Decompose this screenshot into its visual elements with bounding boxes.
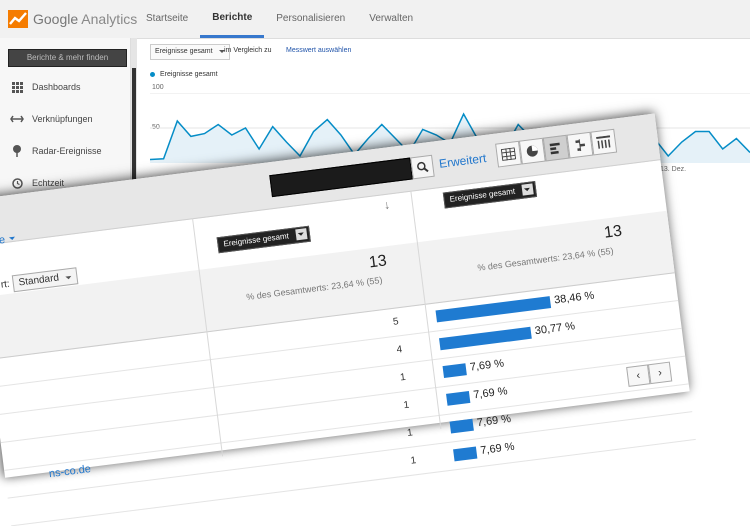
pivot-view-icon xyxy=(596,135,611,149)
pie-view-button[interactable] xyxy=(518,137,546,165)
pivot-view-button[interactable] xyxy=(590,128,618,156)
tab-startseite[interactable]: Startseite xyxy=(134,0,200,38)
column2-total: 13 xyxy=(603,222,623,242)
shortcut-arrow-icon xyxy=(10,115,24,123)
x-tick-label: 13. Dez. xyxy=(660,166,687,173)
table-search-input[interactable] xyxy=(269,157,413,198)
report-search-input[interactable]: Berichte & mehr finden xyxy=(8,49,127,67)
column2-total-percent: % des Gesamtwerts: 23,64 % (55) xyxy=(476,245,615,273)
sidebar: Berichte & mehr finden Dashboards Verknü… xyxy=(0,38,131,198)
sort-desc-arrow-icon[interactable]: ↓ xyxy=(383,197,391,212)
row-count: 1 xyxy=(409,455,417,467)
search-button[interactable] xyxy=(410,154,435,180)
sidebar-item-label: Echtzeit xyxy=(32,178,65,188)
sidebar-item-label: Dashboards xyxy=(32,82,81,92)
scrollbar-thumb[interactable] xyxy=(132,68,136,188)
analytics-logo-icon xyxy=(8,10,28,28)
pie-view-icon xyxy=(526,145,538,157)
sort-label: rt: xyxy=(0,278,11,291)
tab-berichte[interactable]: Berichte xyxy=(200,0,265,38)
clock-icon xyxy=(10,177,24,189)
table-view-button[interactable] xyxy=(495,140,522,168)
sidebar-scrollbar[interactable] xyxy=(131,38,137,198)
y-tick-100: 100 xyxy=(152,84,164,91)
row-count: 1 xyxy=(402,399,410,412)
tab-verwalten[interactable]: Verwalten xyxy=(357,0,425,38)
percent-label: 7,69 % xyxy=(472,385,509,402)
percent-bar xyxy=(439,326,532,351)
column1-total: 13 xyxy=(367,252,388,272)
sidebar-item-label: Radar-Ereignisse xyxy=(32,146,102,156)
row-count: 4 xyxy=(395,344,403,356)
percent-bar xyxy=(442,363,467,378)
google-analytics-logo[interactable]: Google Analytics xyxy=(8,9,137,29)
table-view-icon xyxy=(500,147,517,161)
chart-legend: Ereignisse gesamt xyxy=(150,71,218,78)
search-icon xyxy=(417,161,429,173)
sidebar-item-verknuepfungen[interactable]: Verknüpfungen xyxy=(0,109,130,129)
percent-label: 30,77 % xyxy=(534,320,576,338)
column1-total-percent: % des Gesamtwerts: 23,64 % (55) xyxy=(245,274,383,303)
percent-label: 7,69 % xyxy=(469,357,505,374)
choose-metric-link[interactable]: Messwert auswählen xyxy=(286,47,351,54)
bar-view-button[interactable] xyxy=(542,134,570,162)
column1-metric-select[interactable]: Ereignisse gesamt xyxy=(216,225,311,254)
legend-dot xyxy=(150,72,155,77)
percent-label: 38,46 % xyxy=(553,289,596,307)
compare-view-icon xyxy=(575,139,586,152)
legend-label: Ereignisse gesamt xyxy=(160,71,218,78)
view-switcher xyxy=(495,128,618,168)
sidebar-item-label: Verknüpfungen xyxy=(32,114,93,124)
row-count: 1 xyxy=(399,371,407,384)
grid-icon xyxy=(10,81,24,93)
compare-view-button[interactable] xyxy=(566,131,594,159)
percent-bar xyxy=(446,390,471,406)
advanced-filter-link[interactable]: Erweitert xyxy=(438,151,487,171)
metric-select[interactable]: Ereignisse gesamt xyxy=(150,44,230,60)
sidebar-item-radar-ereignisse[interactable]: Radar-Ereignisse xyxy=(0,141,130,161)
bar-view-icon xyxy=(549,142,560,155)
percent-bar xyxy=(453,446,478,462)
row-count: 1 xyxy=(406,427,414,440)
previous-page-button[interactable]: ‹ xyxy=(626,364,651,387)
next-page-button[interactable]: › xyxy=(647,361,673,385)
logo-text: Google Analytics xyxy=(33,11,138,27)
main-nav: Startseite Berichte Personalisieren Verw… xyxy=(134,0,425,38)
pin-icon xyxy=(10,145,24,157)
sidebar-item-dashboards[interactable]: Dashboards xyxy=(0,77,130,97)
tab-personalisieren[interactable]: Personalisieren xyxy=(264,0,357,38)
percent-label: 7,69 % xyxy=(476,412,512,430)
dimension-link[interactable]: re xyxy=(0,233,16,247)
row-count: 5 xyxy=(392,316,400,328)
percent-label: 7,69 % xyxy=(479,440,516,457)
top-bar: Google Analytics Startseite Berichte Per… xyxy=(0,0,750,39)
compare-label: im Vergleich zu xyxy=(224,47,272,54)
percent-bar xyxy=(449,418,474,434)
